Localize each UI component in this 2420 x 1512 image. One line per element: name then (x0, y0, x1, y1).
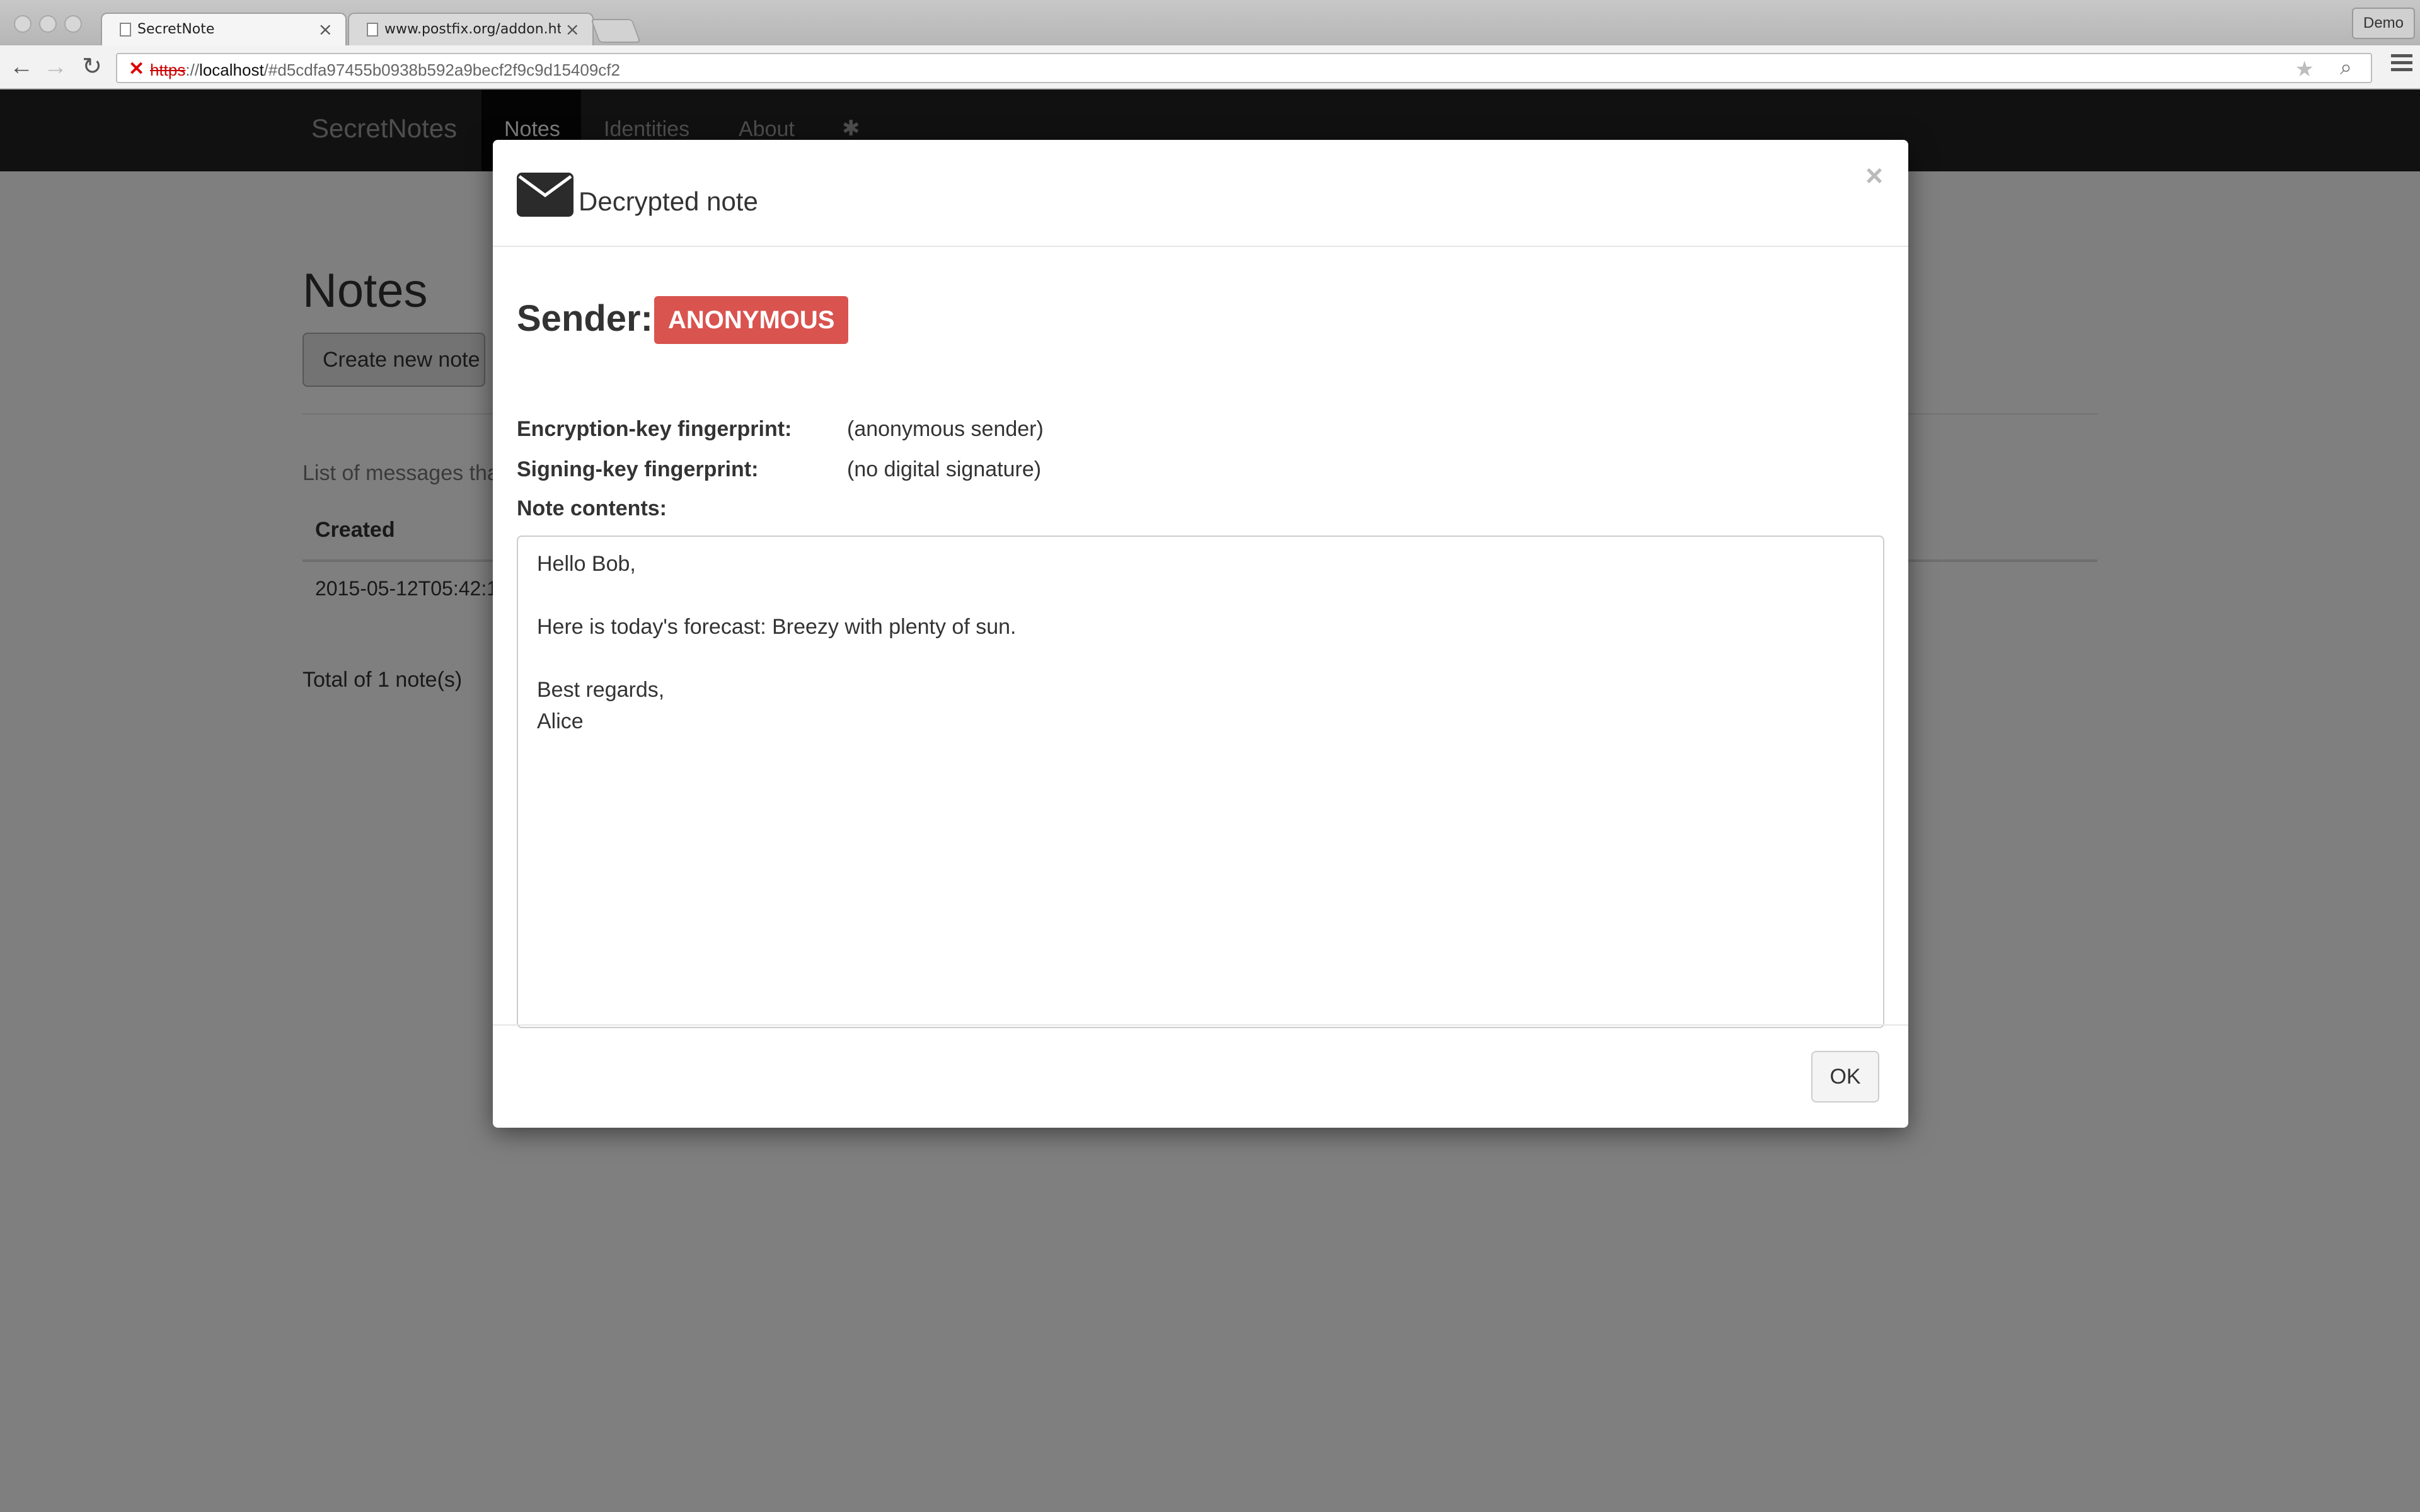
page-icon (120, 23, 131, 37)
url-text: https://localhost/#d5cdfa97455b0938b592a… (150, 60, 620, 79)
tab-close-icon[interactable]: × (318, 19, 333, 40)
address-bar[interactable]: ✕ https://localhost/#d5cdfa97455b0938b59… (116, 53, 2372, 83)
sender-badge: ANONYMOUS (654, 296, 849, 344)
back-arrow-icon[interactable]: ← (8, 53, 35, 81)
encryption-key-value: (anonymous sender) (847, 417, 1044, 441)
browser-toolbar: ← → ↻ ✕ https://localhost/#d5cdfa97455b0… (0, 45, 2420, 89)
url-scheme: https (150, 60, 186, 79)
modal-title: Decrypted note (579, 186, 758, 216)
url-host: localhost (199, 60, 264, 79)
reload-icon[interactable]: ↻ (78, 53, 106, 81)
note-contents-textarea[interactable]: Hello Bob, Here is today's forecast: Bre… (517, 536, 1884, 1028)
insecure-warning-icon: ✕ (129, 59, 145, 79)
ok-button[interactable]: OK (1811, 1051, 1879, 1102)
browser-tab-secretnote[interactable]: SecretNote × (101, 13, 347, 45)
signing-key-value: (no digital signature) (847, 457, 1042, 481)
tab-title: www.postfix.org/addon.htm (384, 21, 561, 37)
encryption-key-label: Encryption-key fingerprint: (517, 417, 792, 441)
sender-label: Sender: (517, 298, 653, 339)
envelope-icon (517, 173, 573, 217)
tab-title: SecretNote (137, 21, 215, 37)
bookmark-star-icon[interactable]: ★ (2295, 57, 2314, 82)
web-page: SecretNotes Notes Identities About ✱ Not… (0, 89, 2420, 1512)
decrypted-note-modal: Decrypted note × Sender: ANONYMOUS Encry… (493, 140, 1908, 1128)
note-contents-label: Note contents: (517, 496, 667, 520)
window-close-button[interactable] (14, 15, 32, 33)
modal-header: Decrypted note × (493, 140, 1908, 247)
close-icon[interactable]: × (1865, 159, 1883, 193)
tab-close-icon[interactable]: × (565, 19, 580, 40)
profile-button[interactable]: Demo (2352, 8, 2415, 39)
signing-key-label: Signing-key fingerprint: (517, 457, 759, 481)
hamburger-menu-icon[interactable] (2391, 54, 2412, 75)
browser-tabstrip: SecretNote × www.postfix.org/addon.htm ×… (0, 0, 2420, 45)
window-minimize-button[interactable] (39, 15, 57, 33)
forward-arrow-icon[interactable]: → (42, 53, 69, 81)
window-maximize-button[interactable] (64, 15, 82, 33)
page-icon (367, 23, 378, 37)
modal-footer: OK (493, 1024, 1908, 1128)
browser-tab-postfix[interactable]: www.postfix.org/addon.htm × (348, 13, 594, 45)
search-icon[interactable]: ⌕ (2340, 55, 2352, 80)
url-path: /#d5cdfa97455b0938b592a9becf2f9c9d15409c… (263, 60, 620, 79)
new-tab-button[interactable] (591, 19, 641, 43)
